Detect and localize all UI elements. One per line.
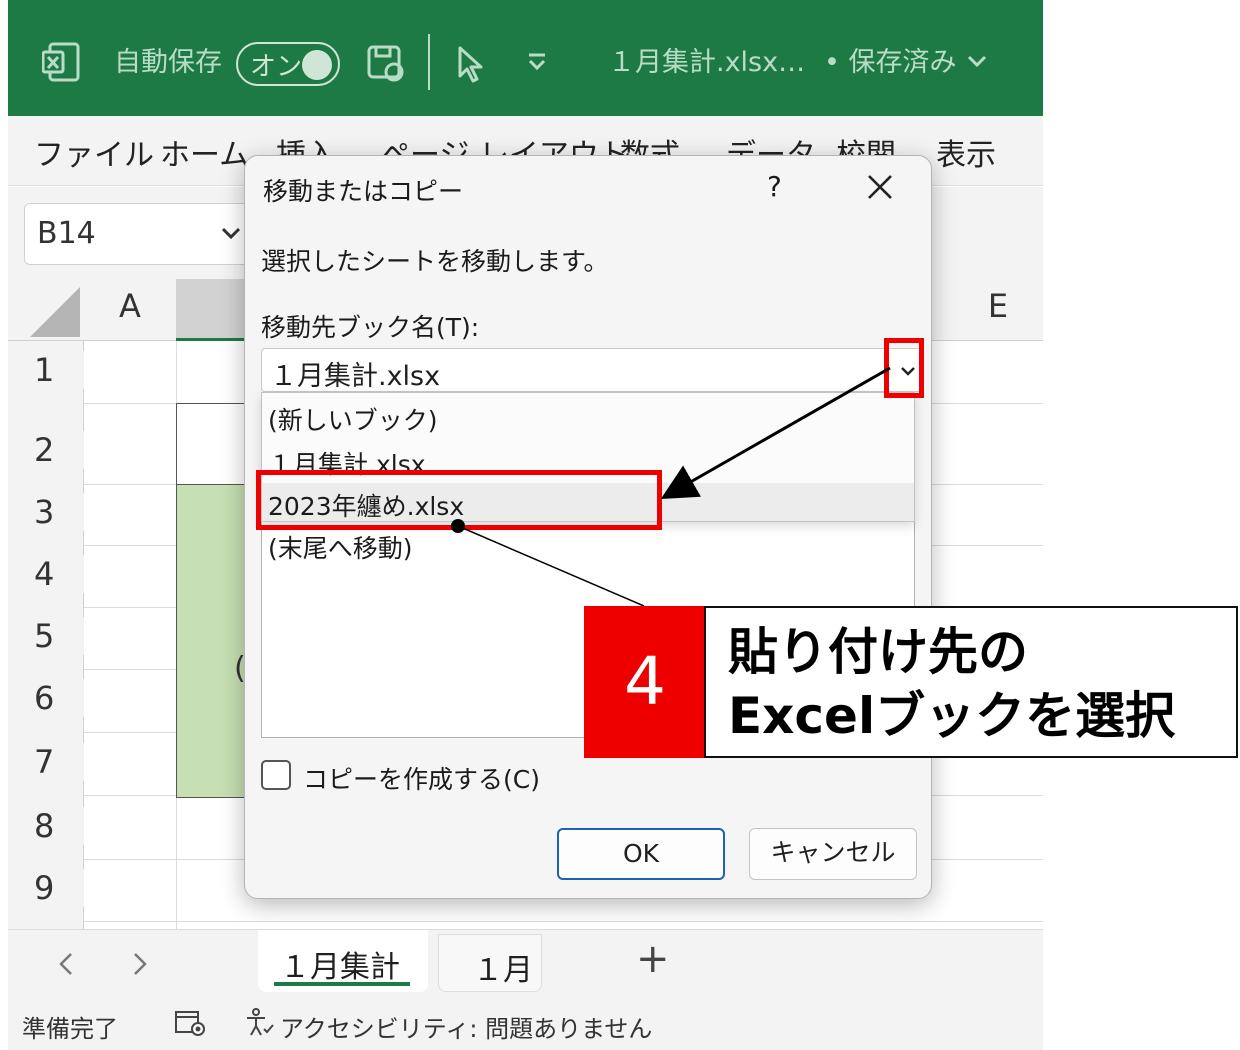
- annotation-arrows: [451, 366, 891, 607]
- step-instruction-line2: Excelブックを選択: [728, 687, 1176, 745]
- step-instruction-line1: 貼り付け先の: [728, 623, 1028, 681]
- step-instruction: 貼り付け先の Excelブックを選択: [704, 606, 1238, 758]
- callout-leader-line: [457, 525, 645, 607]
- callout-leader-dot: [451, 519, 465, 533]
- step-number-badge: 4: [584, 606, 706, 758]
- arrow-line: [660, 366, 891, 499]
